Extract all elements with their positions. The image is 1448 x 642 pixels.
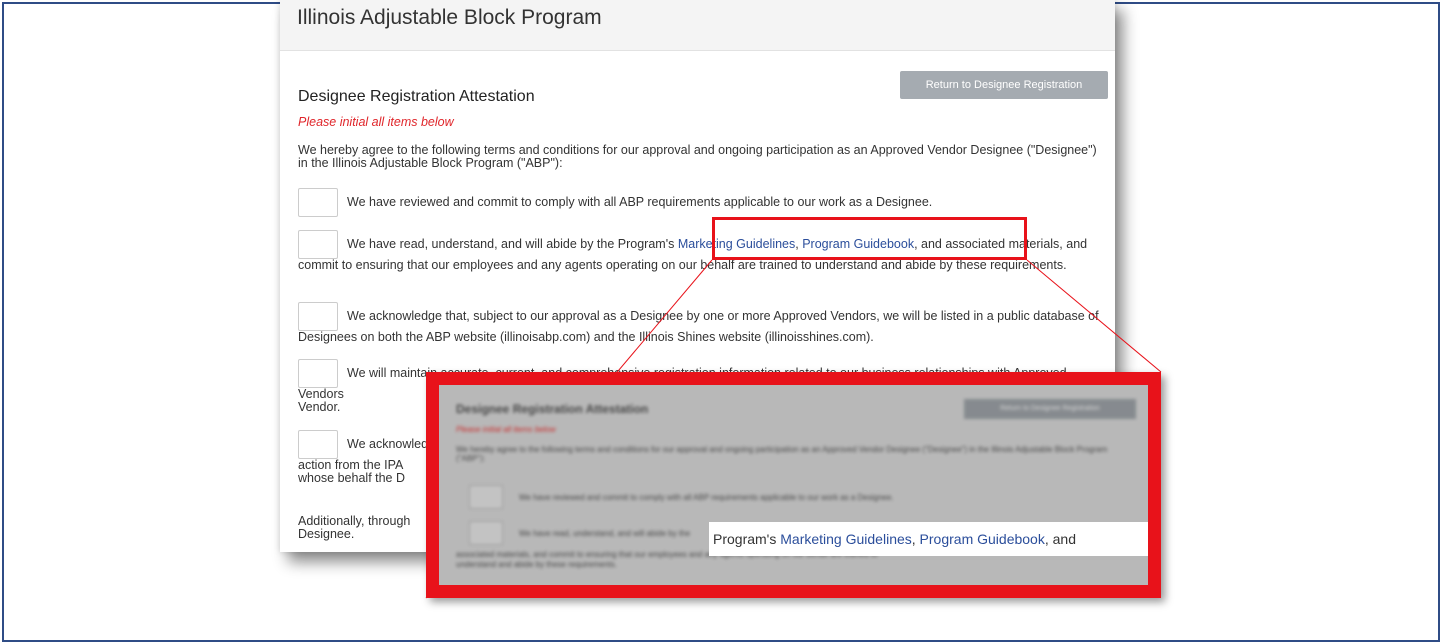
zoom-section-title: Designee Registration Attestation xyxy=(456,402,649,416)
zoom-program-guidebook-link[interactable]: Program Guidebook xyxy=(920,531,1045,547)
zoom-focus-sep: , xyxy=(911,531,920,547)
zoom-initial-box-1 xyxy=(469,485,503,509)
connector-line-right xyxy=(1026,259,1162,373)
zoom-intro: We hereby agree to the following terms a… xyxy=(456,445,1108,463)
zoom-marketing-guidelines-link[interactable]: Marketing Guidelines xyxy=(780,531,912,547)
zoom-focus-after: , and xyxy=(1044,531,1076,547)
zoom-initial-box-2 xyxy=(469,521,503,545)
zoom-item-2: We have read, understand, and will abide… xyxy=(519,529,691,538)
highlight-box xyxy=(712,217,1027,260)
zoom-focus-before: Program's xyxy=(713,531,781,547)
zoom-item-2c: understand and abide by these requiremen… xyxy=(456,560,617,569)
zoom-instruction: Please initial all items below xyxy=(456,425,556,434)
zoom-focus-text: Program's Marketing Guidelines, Program … xyxy=(709,522,1148,556)
zoom-callout: Return to Designee Registration Designee… xyxy=(426,372,1161,598)
zoom-return-button: Return to Designee Registration xyxy=(964,399,1136,419)
zoom-item-1: We have reviewed and commit to comply wi… xyxy=(519,493,894,502)
